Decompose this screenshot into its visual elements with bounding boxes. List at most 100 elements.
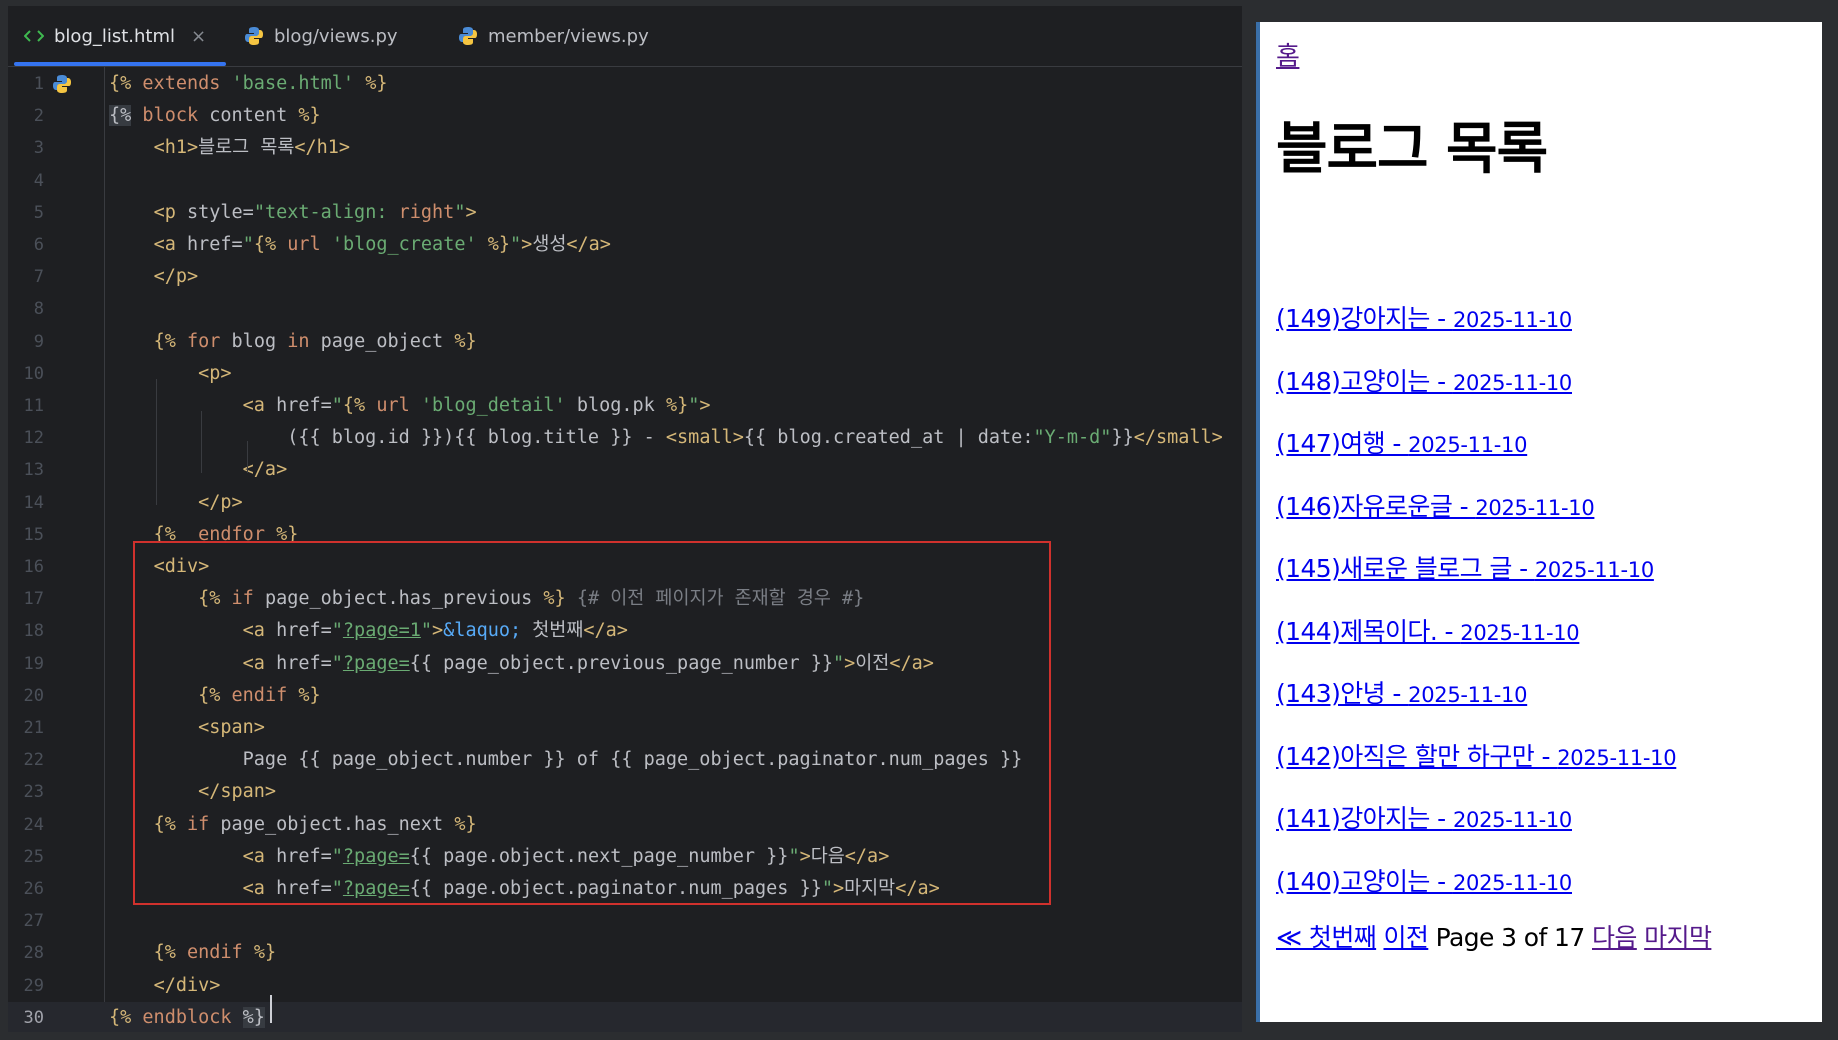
code-token: > — [432, 620, 444, 642]
code-token: {% — [153, 813, 176, 835]
code-line[interactable]: 5 <p style="text-align: right"> — [8, 197, 1242, 229]
blog-date: 2025-11-10 — [1408, 433, 1528, 457]
code-line[interactable]: 1 {% extends 'base.html' %} — [8, 68, 1242, 100]
code-line[interactable]: 25 <a href="?page={{ page.object.next_pa… — [8, 841, 1242, 873]
code-token: {# 이전 페이지가 존재할 경우 #} — [576, 588, 865, 610]
code-token: <a — [242, 845, 277, 867]
code-line[interactable]: 6 <a href="{% url 'blog_create' %}">생성</… — [8, 229, 1242, 261]
blog-item-link[interactable]: (140)고양이는 - 2025-11-10 — [1276, 866, 1572, 899]
code-line[interactable]: 20 {% endif %} — [8, 680, 1242, 712]
first-page-link[interactable]: ≪ 첫번째 — [1276, 923, 1377, 952]
blog-title: (147)여행 - — [1276, 429, 1409, 458]
code-token: {{ page.object.next_page_number }} — [409, 845, 789, 867]
text-caret — [270, 995, 272, 1023]
close-icon[interactable]: × — [191, 26, 206, 47]
code-token: endif — [231, 684, 288, 706]
code-line[interactable]: 18 <a href="?page=1">&laquo; 첫번째</a> — [8, 615, 1242, 647]
line-number: 11 — [23, 396, 44, 416]
blog-item-link[interactable]: (147)여행 - 2025-11-10 — [1276, 428, 1527, 461]
blog-item-link[interactable]: (146)자유로운글 - 2025-11-10 — [1276, 491, 1595, 524]
html-file-icon — [24, 28, 44, 44]
code-text: </p> — [109, 487, 243, 519]
code-line[interactable]: 8 — [8, 293, 1242, 325]
code-token: <a — [153, 234, 187, 255]
line-number: 21 — [23, 718, 44, 738]
blog-item-link[interactable]: (149)강아지는 - 2025-11-10 — [1276, 303, 1572, 336]
home-link[interactable]: 홈 — [1276, 36, 1300, 73]
code-line[interactable]: 19 <a href="?page={{ page_object.previou… — [8, 648, 1242, 680]
code-text: Page {{ page_object.number }} of {{ page… — [109, 744, 1023, 776]
line-number: 28 — [23, 943, 44, 964]
code-text: <a href="?page=1">&laquo; 첫번째</a> — [109, 615, 628, 647]
code-token: %} — [487, 234, 511, 255]
blog-item-link[interactable]: (141)강아지는 - 2025-11-10 — [1276, 803, 1572, 836]
blog-item-link[interactable]: (148)고양이는 - 2025-11-10 — [1276, 366, 1572, 399]
code-token: href= — [276, 845, 332, 867]
code-line[interactable]: 16 <div> — [8, 551, 1242, 583]
code-token: <a — [242, 652, 277, 674]
code-line[interactable]: 17 {% if page_object.has_previous %} {# … — [8, 583, 1242, 615]
tab-member-views-py[interactable]: member/views.py — [458, 6, 649, 66]
code-token: %} — [298, 105, 321, 127]
code-line[interactable]: 23 </span> — [8, 776, 1242, 808]
tab-blog-views-py[interactable]: blog/views.py — [244, 6, 398, 66]
blog-title: (144)제목이다. - — [1276, 616, 1461, 646]
line-number: 24 — [23, 814, 44, 835]
code-editor[interactable]: blog_list.html × blog/views.py member/vi… — [8, 6, 1242, 1032]
code-line[interactable]: 3 <h1>블로그 목록</h1> — [8, 132, 1242, 164]
code-line[interactable]: 4 — [8, 165, 1242, 197]
code-line[interactable]: 27 — [8, 905, 1242, 937]
code-line[interactable]: 11 <a href="{% url 'blog_detail' blog.pk… — [8, 390, 1242, 422]
code-token: {% — [198, 684, 221, 706]
code-line[interactable]: 28 {% endif %} — [8, 937, 1242, 969]
code-token: <p> — [198, 362, 232, 384]
code-line[interactable]: 10 <p> — [8, 358, 1242, 390]
code-line[interactable]: 7 </p> — [8, 261, 1242, 293]
code-token: %} — [365, 73, 388, 94]
line-number: 30 — [23, 1007, 44, 1028]
blog-item-link[interactable]: (142)아직은 할만 하구만 - 2025-11-10 — [1276, 741, 1677, 774]
blog-date: 2025-11-10 — [1475, 495, 1595, 520]
code-token: 다음 — [810, 845, 845, 867]
code-line[interactable]: 14 </p> — [8, 487, 1242, 519]
blog-item-link[interactable]: (143)안녕 - 2025-11-10 — [1276, 678, 1527, 711]
code-line[interactable]: 13 </a> — [8, 454, 1242, 486]
code-text: </div> — [109, 970, 221, 1002]
tab-blog-list-html[interactable]: blog_list.html × — [24, 6, 206, 66]
code-line[interactable]: 9 {% for blog in page_object %} — [8, 326, 1242, 358]
last-page-link[interactable]: 마지막 — [1644, 923, 1712, 952]
code-line[interactable]: 15 {% endfor %} — [8, 519, 1242, 551]
blog-item-link[interactable]: (145)새로운 블로그 글 - 2025-11-10 — [1276, 553, 1654, 586]
code-line[interactable]: 30 {% endblock %} — [8, 1001, 1242, 1032]
code-token: </a> — [583, 620, 628, 642]
active-tab-indicator — [14, 62, 226, 66]
code-token: > — [833, 878, 845, 899]
code-line[interactable]: 21 <span> — [8, 712, 1242, 744]
blog-title: (143)안녕 - — [1276, 679, 1409, 708]
line-number: 12 — [23, 428, 44, 449]
code-line[interactable]: 29 </div> — [8, 970, 1242, 1002]
blog-item-link[interactable]: (144)제목이다. - 2025-11-10 — [1276, 616, 1580, 649]
code-line[interactable]: 22 Page {{ page_object.number }} of {{ p… — [8, 744, 1242, 776]
code-token: </span> — [198, 781, 277, 803]
previous-page-link[interactable]: 이전 — [1383, 923, 1428, 952]
code-line[interactable]: 2 {% block content %} — [8, 100, 1242, 132]
next-page-link[interactable]: 다음 — [1592, 923, 1637, 952]
blog-date: 2025-11-10 — [1557, 745, 1677, 770]
code-line[interactable]: 12 ({{ blog.id }}){{ blog.title }} - <sm… — [8, 422, 1242, 454]
code-token: %} — [543, 588, 566, 610]
code-line[interactable]: 24 {% if page_object.has_next %} — [8, 809, 1242, 841]
code-line[interactable]: 26 <a href="?page={{ page.object.paginat… — [8, 873, 1242, 905]
